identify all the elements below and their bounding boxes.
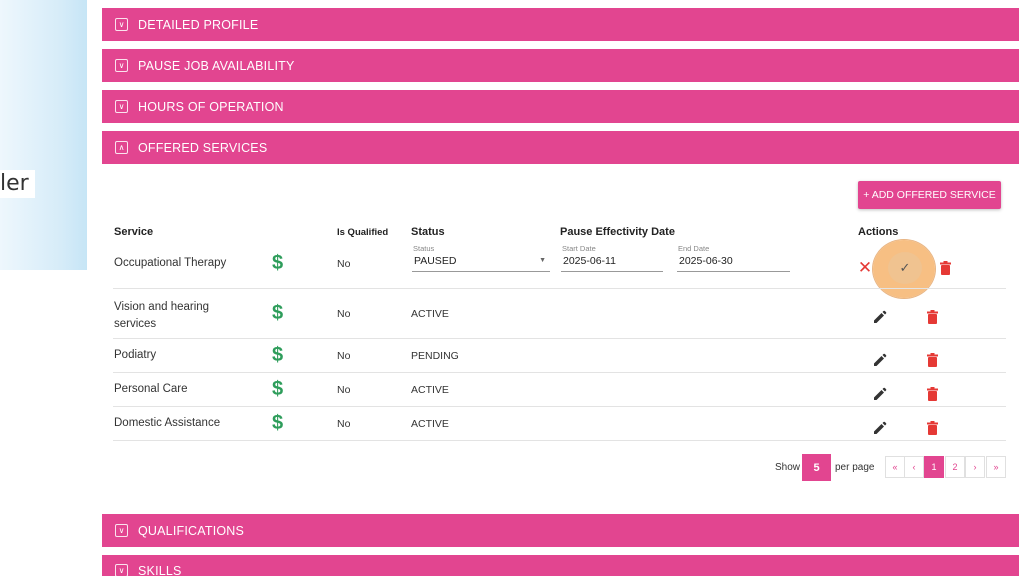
- chevron-down-icon: ∨: [115, 18, 128, 31]
- column-header-pause-effectivity-date: Pause Effectivity Date: [560, 226, 675, 238]
- pager-page-2[interactable]: 2: [945, 456, 965, 478]
- is-qualified-value: No: [337, 258, 351, 270]
- dollar-icon: $: [272, 412, 284, 434]
- end-date-value: 2025-06-30: [679, 255, 733, 267]
- trash-icon[interactable]: [925, 308, 940, 325]
- service-name: Personal Care: [114, 383, 188, 395]
- trash-icon[interactable]: [925, 385, 940, 402]
- trash-icon[interactable]: [925, 419, 940, 436]
- accordion-skills[interactable]: ∨ SKILLS: [102, 555, 1019, 578]
- service-name: Vision and hearing services: [114, 301, 210, 330]
- trash-icon[interactable]: [925, 351, 940, 368]
- left-panel-text: ler: [0, 170, 35, 198]
- end-date-field[interactable]: End Date 2025-06-30: [677, 244, 790, 272]
- pencil-icon[interactable]: [872, 386, 888, 402]
- caret-down-icon: ▼: [539, 257, 546, 264]
- left-panel-background: [0, 0, 87, 270]
- dollar-icon: $: [272, 378, 284, 400]
- status-value: ACTIVE: [411, 418, 449, 430]
- is-qualified-value: No: [337, 308, 351, 320]
- status-value: ACTIVE: [411, 384, 449, 396]
- service-name: Occupational Therapy: [114, 257, 227, 269]
- dollar-icon: $: [272, 344, 284, 366]
- pencil-icon[interactable]: [872, 420, 888, 436]
- row-divider: [113, 372, 1006, 373]
- row-divider: [113, 338, 1006, 339]
- accordion-title: HOURS OF OPERATION: [138, 99, 284, 114]
- chevron-down-icon: ∨: [115, 524, 128, 537]
- status-value: ACTIVE: [411, 308, 449, 320]
- pager-prev-button[interactable]: ‹: [904, 456, 924, 478]
- accordion-offered-services[interactable]: ∧ OFFERED SERVICES: [102, 131, 1019, 164]
- page-size-select[interactable]: 5: [802, 454, 831, 481]
- start-date-label: Start Date: [562, 244, 596, 253]
- pager-per-page-label: per page: [835, 462, 875, 473]
- status-value: PENDING: [411, 350, 459, 362]
- row-divider: [113, 440, 1006, 441]
- column-header-is-qualified: Is Qualified: [337, 227, 389, 238]
- service-name: Domestic Assistance: [114, 417, 221, 429]
- chevron-up-icon: ∧: [115, 141, 128, 154]
- column-header-status: Status: [411, 226, 445, 238]
- status-select-label: Status: [413, 244, 435, 253]
- pager-page-1[interactable]: 1: [924, 456, 944, 478]
- is-qualified-value: No: [337, 418, 351, 430]
- pencil-icon[interactable]: [872, 309, 888, 325]
- pager-last-button[interactable]: »: [986, 456, 1006, 478]
- status-select[interactable]: Status PAUSED ▼: [412, 244, 550, 272]
- pager-show-label: Show: [775, 462, 801, 473]
- is-qualified-value: No: [337, 350, 351, 362]
- trash-icon[interactable]: [938, 259, 953, 276]
- column-header-actions: Actions: [858, 226, 899, 238]
- chevron-down-icon: ∨: [115, 59, 128, 72]
- chevron-down-icon: ∨: [115, 564, 128, 577]
- service-name: Podiatry: [114, 349, 157, 361]
- accordion-qualifications[interactable]: ∨ QUALIFICATIONS: [102, 514, 1019, 547]
- accordion-title: OFFERED SERVICES: [138, 140, 268, 155]
- pencil-icon[interactable]: [872, 352, 888, 368]
- pager-first-button[interactable]: «: [885, 456, 905, 478]
- start-date-value: 2025-06-11: [563, 255, 616, 267]
- accordion-title: QUALIFICATIONS: [138, 523, 245, 538]
- start-date-field[interactable]: Start Date 2025-06-11: [561, 244, 663, 272]
- dollar-icon: $: [272, 252, 284, 274]
- dollar-icon: $: [272, 302, 284, 324]
- close-icon[interactable]: ✕: [856, 258, 874, 276]
- row-divider: [113, 406, 1006, 407]
- is-qualified-value: No: [337, 384, 351, 396]
- column-header-service: Service: [114, 226, 154, 238]
- accordion-title: PAUSE JOB AVAILABILITY: [138, 58, 295, 73]
- accordion-hours-of-operation[interactable]: ∨ HOURS OF OPERATION: [102, 90, 1019, 123]
- accordion-pause-job-availability[interactable]: ∨ PAUSE JOB AVAILABILITY: [102, 49, 1019, 82]
- accordion-title: DETAILED PROFILE: [138, 17, 259, 32]
- status-select-value: PAUSED: [414, 255, 457, 267]
- end-date-label: End Date: [678, 244, 710, 253]
- pager-next-button[interactable]: ›: [965, 456, 985, 478]
- check-icon[interactable]: ✓: [888, 252, 922, 284]
- row-divider: [113, 288, 1006, 289]
- accordion-detailed-profile[interactable]: ∨ DETAILED PROFILE: [102, 8, 1019, 41]
- chevron-down-icon: ∨: [115, 100, 128, 113]
- add-offered-service-button[interactable]: + ADD OFFERED SERVICE: [858, 181, 1001, 209]
